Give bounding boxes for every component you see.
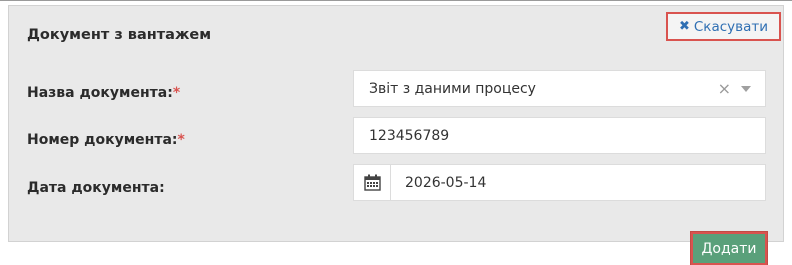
clear-icon[interactable]: × — [718, 79, 731, 98]
add-button[interactable]: Додати — [690, 231, 768, 265]
required-asterisk: * — [172, 85, 181, 101]
top-border-line — [0, 0, 792, 1]
cancel-label: Скасувати — [693, 18, 769, 35]
doc-date-value: 2026-05-14 — [405, 174, 487, 191]
doc-name-select[interactable]: Звіт з даними процесу × — [353, 70, 766, 107]
calendar-icon[interactable] — [354, 165, 391, 200]
close-icon: ✖ — [678, 19, 690, 34]
doc-date-label: Дата документа: — [27, 180, 165, 196]
panel-title: Документ з вантажем — [27, 27, 212, 43]
chevron-down-icon[interactable] — [741, 85, 751, 92]
doc-number-label: Номер документа:* — [27, 132, 185, 148]
cancel-button[interactable]: ✖ Скасувати — [666, 12, 781, 41]
required-asterisk: * — [177, 132, 185, 148]
doc-date-input[interactable]: 2026-05-14 — [353, 164, 766, 201]
doc-name-value: Звіт з даними процесу — [369, 80, 536, 97]
cargo-document-panel: Документ з вантажем ✖ Скасувати Назва до… — [8, 5, 784, 242]
doc-name-label: Назва документа:* — [27, 85, 181, 101]
doc-number-input[interactable]: 123456789 — [353, 117, 766, 154]
doc-number-value: 123456789 — [369, 127, 450, 144]
